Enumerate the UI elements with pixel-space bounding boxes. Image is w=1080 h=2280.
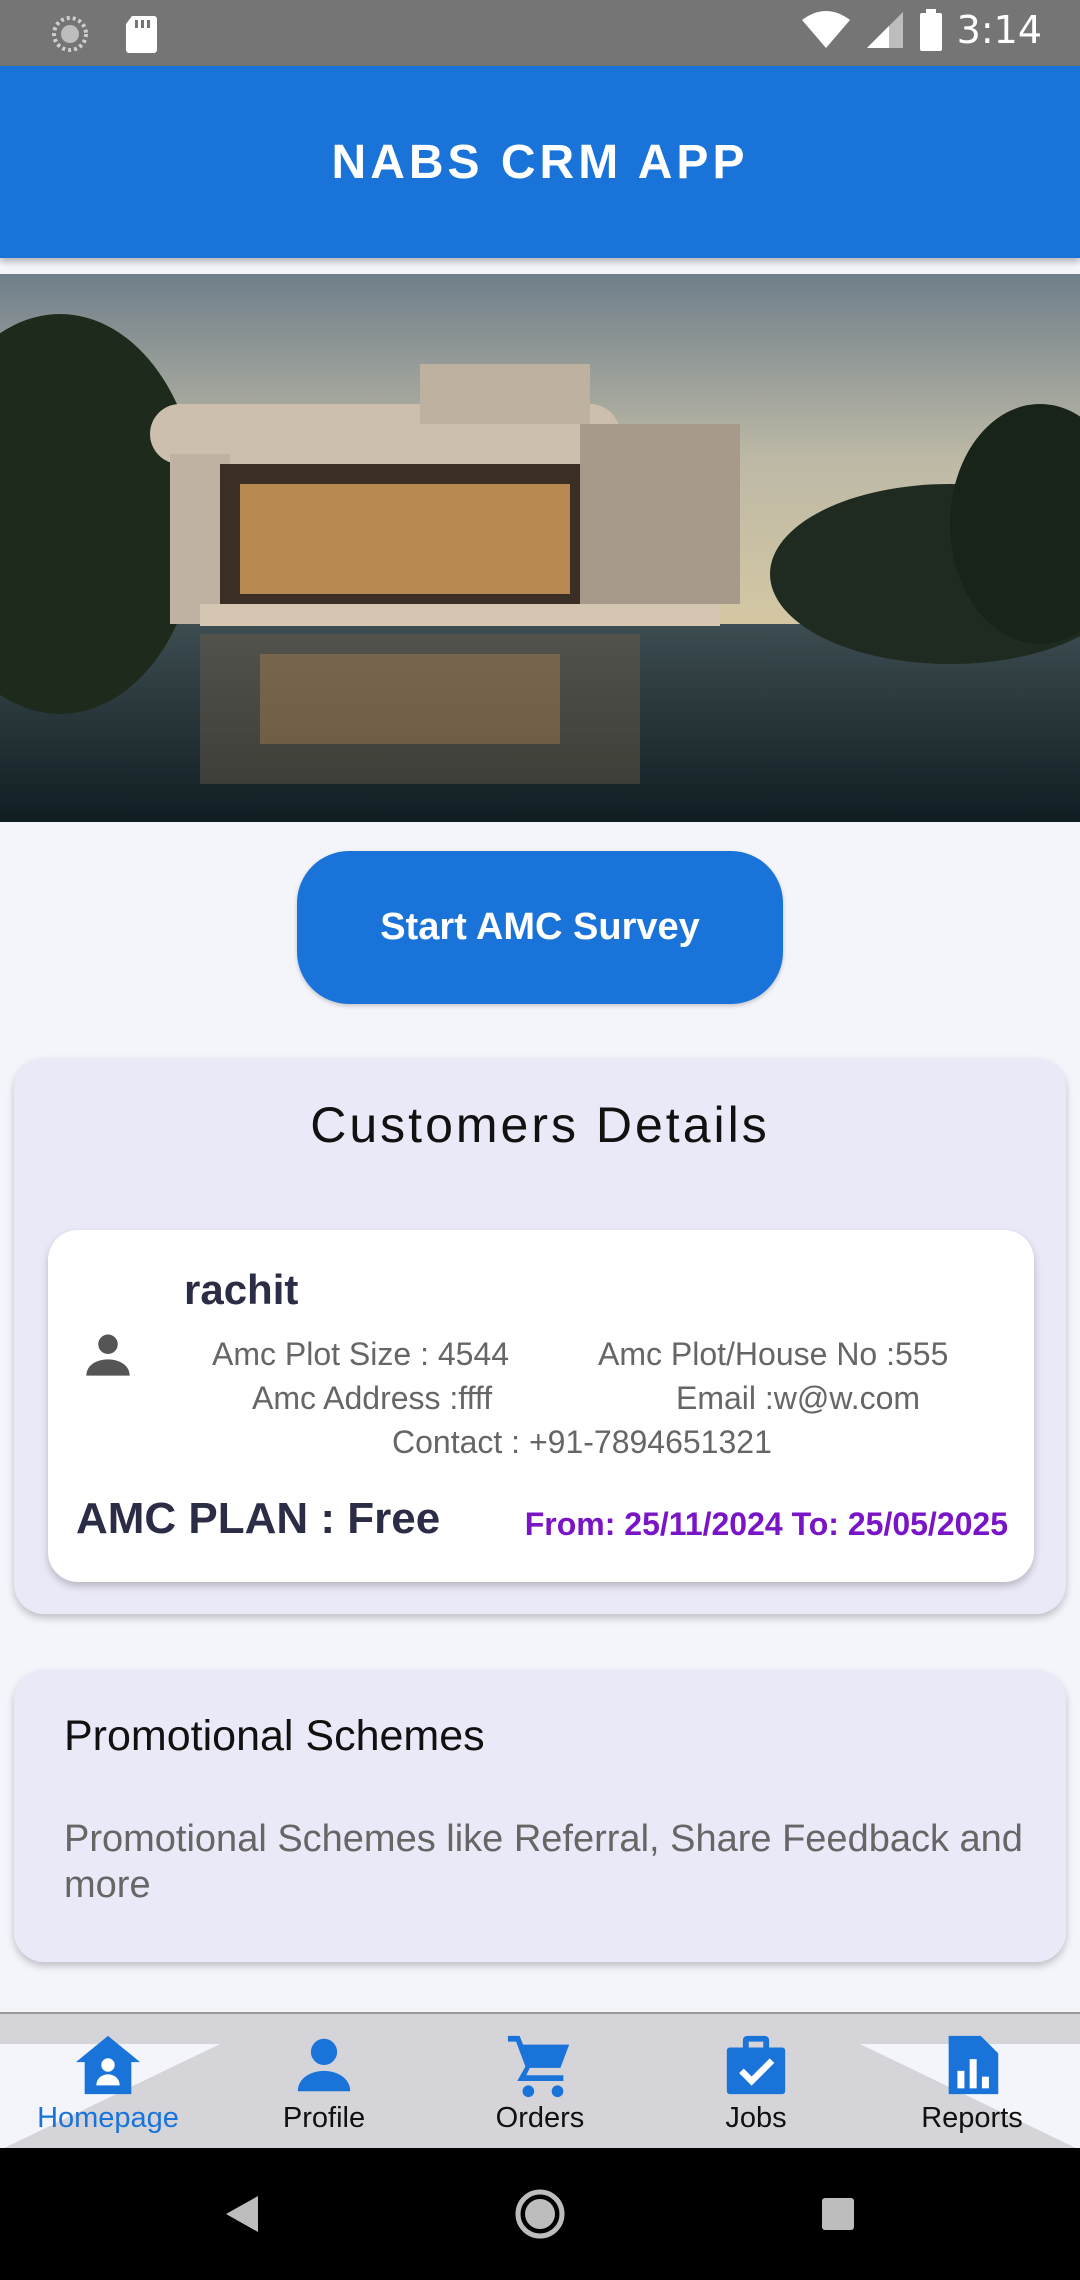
home-circle-icon[interactable]	[514, 2188, 566, 2240]
signal-icon	[866, 12, 903, 48]
hero-house-image	[0, 274, 1080, 822]
clock: 3:14	[956, 8, 1042, 52]
promotional-schemes-title: Promotional Schemes	[64, 1712, 485, 1760]
customer-name: rachit	[184, 1266, 299, 1313]
plan-dates: From: 25/11/2024 To: 25/05/2025	[524, 1506, 1008, 1542]
wifi-icon	[801, 11, 850, 48]
amc-plan: AMC PLAN : Free	[76, 1494, 441, 1543]
person-icon	[86, 1334, 130, 1376]
bottom-navigation: Homepage Profile Orders Jobs Reports	[0, 2012, 1080, 2150]
nav-reports[interactable]: Reports	[864, 2014, 1080, 2150]
cart-icon	[507, 2035, 570, 2098]
promotional-schemes-card[interactable]: Promotional Schemes Promotional Schemes …	[14, 1670, 1066, 1962]
back-icon[interactable]	[224, 2194, 260, 2234]
briefcase-check-icon	[726, 2035, 786, 2095]
customer-card[interactable]: rachit Amc Plot Size : 4544 Amc Plot/Hou…	[48, 1230, 1034, 1582]
nav-jobs[interactable]: Jobs	[648, 2014, 864, 2150]
customers-details-title: Customers Details	[310, 1097, 770, 1153]
person-icon	[297, 2038, 351, 2092]
nav-profile[interactable]: Profile	[216, 2014, 432, 2150]
nav-homepage[interactable]: Homepage	[0, 2014, 216, 2150]
nav-reports-label: Reports	[921, 2102, 1023, 2134]
start-amc-survey-button[interactable]: Start AMC Survey	[297, 851, 783, 1004]
address: Amc Address :ffff	[252, 1380, 493, 1416]
promotional-schemes-description: Promotional Schemes like Referral, Share…	[64, 1818, 1023, 1906]
nav-profile-label: Profile	[282, 2102, 366, 2134]
battery-icon	[919, 9, 942, 51]
house-number: Amc Plot/House No :555	[598, 1336, 949, 1372]
app-bar: NABS CRM APP	[0, 66, 1080, 258]
status-bar: 3:14	[0, 0, 1080, 66]
loading-icon	[52, 16, 88, 52]
plot-size: Amc Plot Size : 4544	[212, 1336, 510, 1372]
nav-orders-label: Orders	[495, 2102, 585, 2134]
app-title: NABS CRM APP	[331, 135, 749, 189]
system-navigation-bar	[0, 2148, 1080, 2280]
home-icon	[75, 2035, 141, 2095]
contact: Contact : +91-7894651321	[392, 1424, 772, 1460]
report-icon	[948, 2035, 999, 2095]
sd-card-icon	[126, 16, 157, 53]
nav-homepage-label: Homepage	[37, 2102, 179, 2134]
house-illustration	[0, 274, 1080, 822]
recents-icon[interactable]	[820, 2196, 856, 2232]
nav-orders[interactable]: Orders	[432, 2014, 648, 2150]
nav-jobs-label: Jobs	[725, 2102, 787, 2134]
customers-details-card: Customers Details rachit Amc Plot Size :…	[14, 1058, 1066, 1614]
email: Email :w@w.com	[676, 1380, 921, 1416]
